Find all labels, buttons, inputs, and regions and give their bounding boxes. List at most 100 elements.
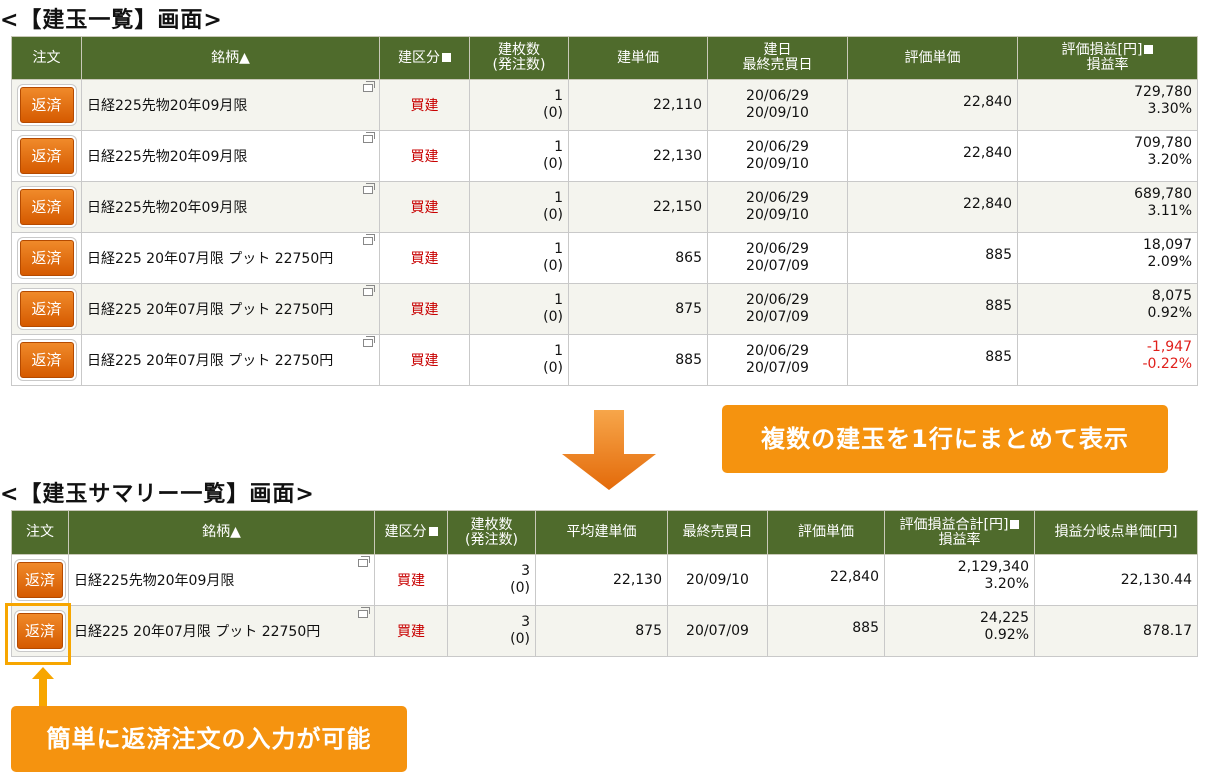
eval-price-cell: 885 bbox=[847, 232, 1018, 284]
avg-price: 22,130 bbox=[613, 572, 662, 588]
symbol-name[interactable]: 日経225 20年07月限 プット 22750円 bbox=[87, 299, 374, 319]
date-cell: 20/06/29 20/07/09 bbox=[707, 283, 848, 335]
feature-banner-repay: 簡単に返済注文の入力が可能 bbox=[11, 706, 407, 772]
pl-cell: 8,075 0.92% bbox=[1017, 283, 1198, 335]
pl-total-cell: 2,129,340 3.20% bbox=[884, 554, 1035, 606]
last-date-cell: 20/09/10 bbox=[667, 554, 768, 606]
new-window-icon[interactable] bbox=[363, 81, 375, 92]
header-qty: 建枚数 (発注数) bbox=[469, 36, 569, 80]
pl-cell: 729,780 3.30% bbox=[1017, 79, 1198, 131]
qty-cell: 1 (0) bbox=[469, 283, 569, 335]
new-window-icon[interactable] bbox=[363, 234, 375, 245]
last-trade-date: 20/07/09 bbox=[746, 360, 809, 376]
header-type[interactable]: 建区分 bbox=[374, 510, 448, 555]
pl-rate: 0.92% bbox=[984, 627, 1029, 643]
new-window-icon[interactable] bbox=[363, 285, 375, 296]
header-name[interactable]: 銘柄▲ bbox=[81, 36, 380, 80]
new-window-icon[interactable] bbox=[358, 607, 370, 618]
last-trade-date: 20/09/10 bbox=[746, 105, 809, 121]
breakeven-price: 878.17 bbox=[1143, 623, 1192, 639]
entry-price: 865 bbox=[675, 250, 702, 266]
eval-price: 22,840 bbox=[963, 145, 1012, 161]
name-cell[interactable]: 日経225先物20年09月限 bbox=[81, 181, 380, 233]
repay-button[interactable]: 返済 bbox=[19, 240, 74, 276]
breakeven-cell: 878.17 bbox=[1034, 605, 1198, 657]
pl-value: 709,780 bbox=[1134, 135, 1192, 151]
header-eval-price: 評価単価 bbox=[767, 510, 885, 555]
qty-value: 1 bbox=[554, 241, 563, 257]
pl-rate: 3.30% bbox=[1147, 101, 1192, 117]
name-cell[interactable]: 日経225先物20年09月限 bbox=[81, 130, 380, 182]
qty-value: 1 bbox=[554, 190, 563, 206]
section1-title: <【建玉一覧】画面> bbox=[0, 8, 223, 33]
symbol-name[interactable]: 日経225 20年07月限 プット 22750円 bbox=[87, 350, 374, 370]
header-name[interactable]: 銘柄▲ bbox=[68, 510, 375, 555]
price-cell: 22,130 bbox=[568, 130, 708, 182]
pl-rate: 3.20% bbox=[1147, 152, 1192, 168]
pl-value: -1,947 bbox=[1146, 339, 1192, 355]
header-breakeven: 損益分岐点単価[円] bbox=[1034, 510, 1198, 555]
pl-cell: 709,780 3.20% bbox=[1017, 130, 1198, 182]
name-cell[interactable]: 日経225 20年07月限 プット 22750円 bbox=[68, 605, 375, 657]
last-trade-date: 20/09/10 bbox=[746, 207, 809, 223]
name-cell[interactable]: 日経225先物20年09月限 bbox=[81, 79, 380, 131]
repay-button[interactable]: 返済 bbox=[19, 138, 74, 174]
checkbox-icon[interactable] bbox=[442, 52, 451, 62]
qty-cell: 1 (0) bbox=[469, 334, 569, 386]
symbol-name[interactable]: 日経225先物20年09月限 bbox=[87, 95, 374, 115]
button-highlight-frame bbox=[5, 603, 71, 665]
pl-rate: 3.20% bbox=[984, 576, 1029, 592]
name-cell[interactable]: 日経225先物20年09月限 bbox=[68, 554, 375, 606]
new-window-icon[interactable] bbox=[363, 336, 375, 347]
name-cell[interactable]: 日経225 20年07月限 プット 22750円 bbox=[81, 232, 380, 284]
repay-button[interactable]: 返済 bbox=[19, 342, 74, 378]
repay-button[interactable]: 返済 bbox=[19, 189, 74, 225]
header-price: 建単価 bbox=[568, 36, 708, 80]
eval-price: 22,840 bbox=[963, 196, 1012, 212]
checkbox-icon[interactable] bbox=[1144, 45, 1154, 54]
date-cell: 20/06/29 20/09/10 bbox=[707, 130, 848, 182]
symbol-name[interactable]: 日経225先物20年09月限 bbox=[87, 146, 374, 166]
repay-button[interactable]: 返済 bbox=[19, 291, 74, 327]
table-row: 返済 日経225先物20年09月限 買建 1 (0) 22,150 20/06/29 20/0… bbox=[11, 181, 1198, 233]
header-pl[interactable]: 評価損益[円] 損益率 bbox=[1017, 36, 1198, 80]
qty-value: 1 bbox=[554, 292, 563, 308]
last-trade-date: 20/07/09 bbox=[746, 258, 809, 274]
position-type: 買建 bbox=[410, 302, 439, 318]
new-window-icon[interactable] bbox=[363, 132, 375, 143]
type-cell: 買建 bbox=[374, 605, 448, 657]
checkbox-icon[interactable] bbox=[428, 527, 438, 536]
entry-date: 20/06/29 bbox=[746, 88, 809, 104]
new-window-icon[interactable] bbox=[358, 556, 370, 567]
order-qty-value: (0) bbox=[543, 156, 563, 172]
symbol-name[interactable]: 日経225 20年07月限 プット 22750円 bbox=[87, 248, 374, 268]
pl-value: 689,780 bbox=[1134, 186, 1192, 202]
qty-value: 3 bbox=[521, 563, 530, 579]
symbol-name[interactable]: 日経225先物20年09月限 bbox=[74, 570, 369, 590]
name-cell[interactable]: 日経225 20年07月限 プット 22750円 bbox=[81, 283, 380, 335]
last-trade-date: 20/09/10 bbox=[686, 572, 749, 588]
symbol-name[interactable]: 日経225 20年07月限 プット 22750円 bbox=[74, 621, 369, 641]
qty-value: 1 bbox=[554, 343, 563, 359]
checkbox-icon[interactable] bbox=[1010, 519, 1020, 529]
repay-button[interactable]: 返済 bbox=[17, 562, 63, 598]
entry-date: 20/06/29 bbox=[746, 241, 809, 257]
qty-value: 1 bbox=[554, 139, 563, 155]
symbol-name[interactable]: 日経225先物20年09月限 bbox=[87, 197, 374, 217]
position-type: 買建 bbox=[410, 200, 439, 216]
header-eval-price: 評価単価 bbox=[847, 36, 1018, 80]
eval-price-cell: 885 bbox=[847, 283, 1018, 335]
qty-cell: 1 (0) bbox=[469, 79, 569, 131]
pl-total-cell: 24,225 0.92% bbox=[884, 605, 1035, 657]
qty-cell: 1 (0) bbox=[469, 181, 569, 233]
new-window-icon[interactable] bbox=[363, 183, 375, 194]
header-type[interactable]: 建区分 bbox=[379, 36, 470, 80]
name-cell[interactable]: 日経225 20年07月限 プット 22750円 bbox=[81, 334, 380, 386]
pl-rate: 3.11% bbox=[1147, 203, 1192, 219]
table-row: 返済 日経225先物20年09月限 買建 3 (0) 22,130 20/09/10 22,8… bbox=[11, 554, 1198, 606]
pl-value: 18,097 bbox=[1143, 237, 1192, 253]
position-type: 買建 bbox=[410, 353, 439, 369]
header-pl-total[interactable]: 評価損益合計[円] 損益率 bbox=[884, 510, 1035, 555]
entry-date: 20/06/29 bbox=[746, 292, 809, 308]
repay-button[interactable]: 返済 bbox=[19, 87, 74, 123]
